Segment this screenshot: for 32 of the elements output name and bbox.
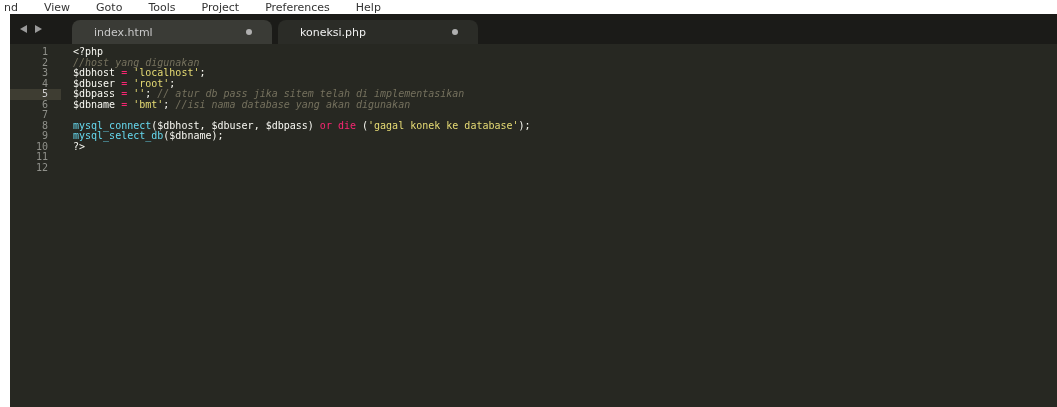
tab[interactable]: koneksi.php <box>278 20 478 44</box>
line-number: 8 <box>40 120 49 131</box>
code-line: mysql_connect($dbhost, $dbuser, $dbpass) or die ('gagal konek ke database'); <box>73 120 531 131</box>
menu-item[interactable]: Help <box>355 2 381 14</box>
line-number: 6 <box>40 99 49 110</box>
line-number: 11 <box>34 152 49 163</box>
code-line: $dbhost = 'localhost'; <box>73 68 206 78</box>
code-line: <?php <box>73 47 104 58</box>
line-number: 12 <box>34 162 49 173</box>
menu-item[interactable]: View <box>43 2 71 14</box>
tab[interactable]: index.html <box>72 20 272 44</box>
code-line: $dbpass = ''; // atur db pass jika sitem telah di implementasikan <box>73 89 465 100</box>
line-number: 7 <box>40 110 49 121</box>
line-number: 4 <box>40 78 49 89</box>
menu-item[interactable]: Preferences <box>265 2 330 14</box>
menu-item[interactable]: Goto <box>96 2 123 14</box>
line-number: 9 <box>40 131 49 142</box>
menu-item[interactable]: Tools <box>148 2 176 14</box>
line-number: 3 <box>40 68 49 79</box>
menu-item[interactable]: Project <box>201 2 240 14</box>
code-line: $dbname = 'bmt'; //isi nama database yang akan digunakan <box>73 99 411 110</box>
line-number: 1 <box>40 47 49 58</box>
line-number: 10 <box>34 141 49 152</box>
right-arrow-icon[interactable] <box>34 25 42 33</box>
code-line: $dbuser = 'root'; <box>73 78 176 89</box>
code-line: ?> <box>73 141 86 152</box>
code-line: //host yang digunakan <box>73 57 200 68</box>
left-arrow-icon[interactable] <box>20 25 28 33</box>
menu-item[interactable]: nd <box>4 2 18 14</box>
code-line: mysql_select_db($dbname); <box>73 131 224 142</box>
line-number: 5 <box>10 89 61 100</box>
line-number: 2 <box>40 57 49 68</box>
